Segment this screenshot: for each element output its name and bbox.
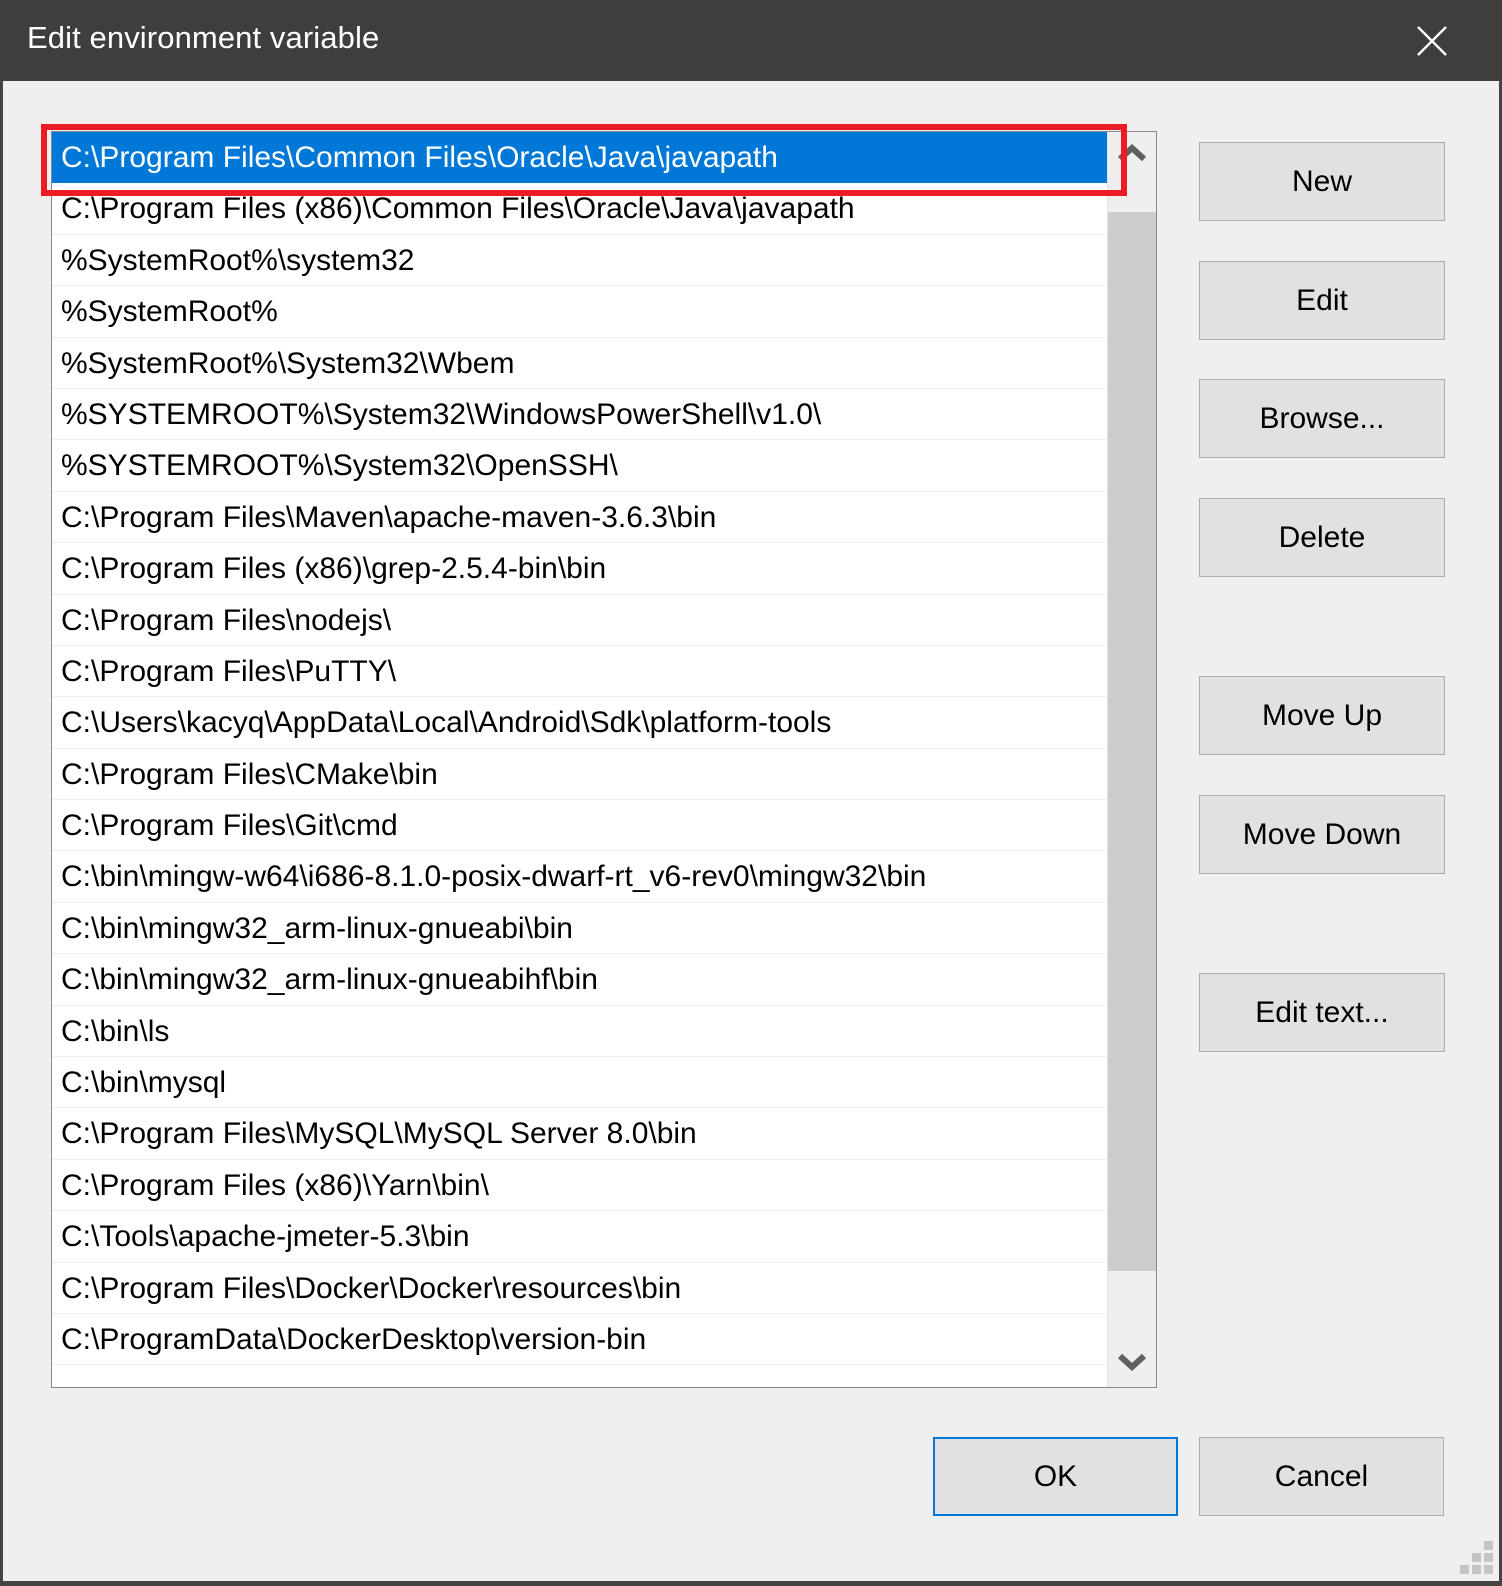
scroll-down-button[interactable] [1108,1339,1156,1387]
list-item[interactable]: C:\Program Files\CMake\bin [52,749,1108,801]
list-item[interactable]: C:\ProgramData\DockerDesktop\version-bin [52,1314,1108,1366]
move-down-button[interactable]: Move Down [1199,795,1445,874]
edit-environment-variable-dialog: Edit environment variable C:\Program Fil… [0,0,1502,1586]
list-item[interactable]: C:\Program Files\Git\cmd [52,800,1108,852]
list-item[interactable]: C:\Program Files\Docker\Docker\resources… [52,1263,1108,1314]
browse-button[interactable]: Browse... [1199,379,1445,458]
ok-button[interactable]: OK [933,1437,1178,1516]
list-item[interactable]: C:\Users\kacyq\AppData\Local\Android\Sdk… [52,697,1108,749]
list-item[interactable]: %SystemRoot% [52,286,1108,338]
list-item[interactable]: %SystemRoot%\System32\Wbem [52,338,1108,389]
list-item[interactable]: C:\Program Files\nodejs\ [52,595,1108,646]
list-item[interactable]: C:\Program Files\PuTTY\ [52,646,1108,698]
list-item[interactable]: C:\Tools\apache-jmeter-5.3\bin [52,1211,1108,1263]
list-item[interactable]: %SYSTEMROOT%\System32\OpenSSH\ [52,440,1108,492]
new-button[interactable]: New [1199,142,1445,221]
list-item[interactable]: %SystemRoot%\system32 [52,235,1108,287]
vertical-scrollbar[interactable] [1107,132,1156,1387]
path-list[interactable]: C:\Program Files\Common Files\Oracle\Jav… [51,131,1157,1388]
dialog-body: C:\Program Files\Common Files\Oracle\Jav… [3,81,1499,1581]
close-icon [1415,24,1449,58]
list-item[interactable]: C:\Program Files\Maven\apache-maven-3.6.… [52,492,1108,544]
list-item[interactable]: C:\Program Files (x86)\Common Files\Orac… [52,183,1108,235]
list-item[interactable]: C:\bin\mingw32_arm-linux-gnueabihf\bin [52,954,1108,1006]
list-item[interactable]: %SYSTEMROOT%\System32\WindowsPowerShell\… [52,389,1108,441]
chevron-down-icon [1117,1351,1147,1376]
edit-text-button[interactable]: Edit text... [1199,973,1445,1052]
list-item[interactable]: C:\bin\ls [52,1006,1108,1058]
list-item[interactable]: C:\bin\mysql [52,1057,1108,1109]
path-list-rows: C:\Program Files\Common Files\Oracle\Jav… [52,132,1108,1366]
move-up-button[interactable]: Move Up [1199,676,1445,755]
list-item[interactable]: C:\Program Files (x86)\grep-2.5.4-bin\bi… [52,543,1108,595]
close-button[interactable] [1390,0,1474,81]
list-item[interactable]: C:\bin\mingw32_arm-linux-gnueabi\bin [52,903,1108,955]
edit-button[interactable]: Edit [1199,261,1445,340]
delete-button[interactable]: Delete [1199,498,1445,577]
list-item[interactable]: C:\Program Files (x86)\Yarn\bin\ [52,1160,1108,1212]
list-item[interactable]: C:\Program Files\MySQL\MySQL Server 8.0\… [52,1108,1108,1160]
list-item[interactable]: C:\Program Files\Common Files\Oracle\Jav… [52,132,1108,184]
scrollbar-thumb[interactable] [1108,212,1156,1271]
resize-grip[interactable] [1459,1541,1493,1575]
scroll-up-button[interactable] [1108,132,1156,180]
list-item[interactable]: C:\bin\mingw-w64\i686-8.1.0-posix-dwarf-… [52,851,1108,903]
chevron-up-icon [1117,143,1147,169]
window-title: Edit environment variable [27,20,380,55]
cancel-button[interactable]: Cancel [1199,1437,1444,1516]
title-bar: Edit environment variable [0,0,1502,81]
